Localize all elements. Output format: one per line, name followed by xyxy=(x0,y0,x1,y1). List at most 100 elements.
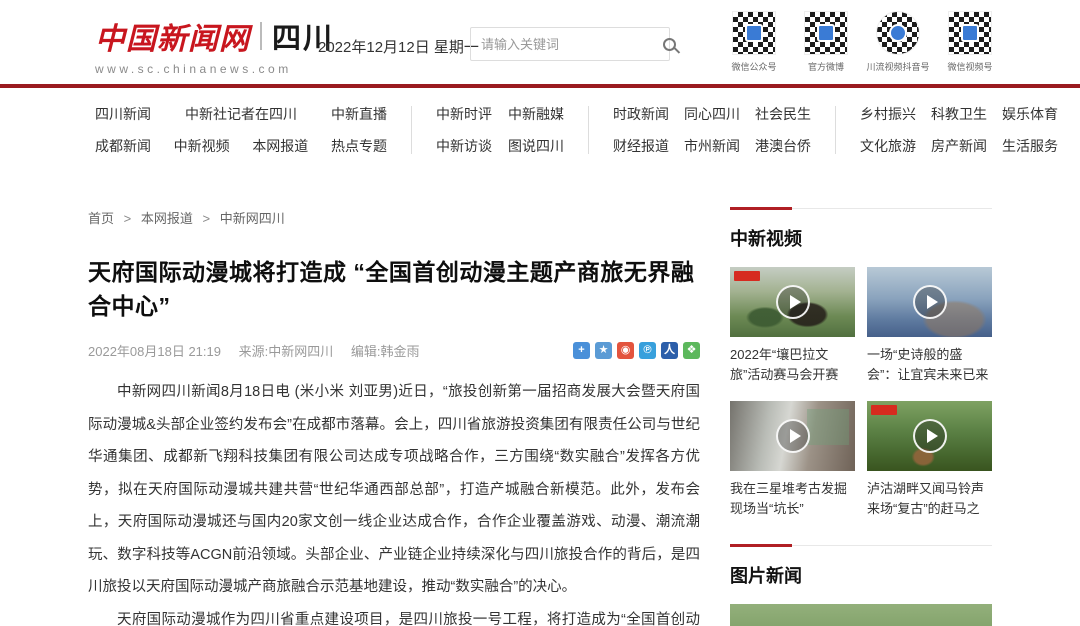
nav-item[interactable]: 热点专题 xyxy=(331,136,387,156)
sina-weibo-icon[interactable]: ◉ xyxy=(617,342,634,359)
nav-divider xyxy=(411,106,412,154)
qr-wechat-channels: 微信视频号 xyxy=(944,11,996,73)
logo-brand-text: 中国新闻网 xyxy=(95,14,250,58)
nav-item[interactable]: 本网报道 xyxy=(252,136,308,156)
nav-item[interactable]: 成都新闻 xyxy=(95,136,151,156)
video-card[interactable]: 2022年“壤巴拉文旅”活动赛马会开赛 xyxy=(730,267,855,385)
article-column: 首页 > 本网报道 > 中新网四川 天府国际动漫城将打造成 “全国首创动漫主题产… xyxy=(88,208,700,626)
header-date: 2022年12月12日 星期一 xyxy=(318,36,479,57)
photo-news-section: 图片新闻 xyxy=(730,545,992,626)
channel-badge xyxy=(734,271,760,281)
video-caption[interactable]: 我在三星堆考古发掘现场当“坑长” xyxy=(730,479,855,519)
site-header: 中国新闻网 四川 www.sc.chinanews.com 2022年12月12… xyxy=(0,0,1080,84)
main-nav: 四川新闻 中新社记者在四川 中新直播 成都新闻 中新视频 本网报道 热点专题 中… xyxy=(0,88,1080,170)
video-thumbnail[interactable] xyxy=(867,267,992,337)
nav-item[interactable]: 时政新闻 xyxy=(613,104,669,124)
nav-group-4: 乡村振兴 科教卫生 娱乐体育 文化旅游 房产新闻 生活服务 xyxy=(860,104,1058,156)
video-thumbnail[interactable] xyxy=(730,267,855,337)
video-caption[interactable]: 一场“史诗般的盛会”：让宜宾未来已来 xyxy=(867,345,992,385)
site-logo[interactable]: 中国新闻网 四川 www.sc.chinanews.com xyxy=(95,14,334,76)
nav-item[interactable]: 市州新闻 xyxy=(684,136,740,156)
channel-badge xyxy=(871,405,897,415)
article-source: 来源:中新网四川 xyxy=(239,344,334,359)
search-box[interactable] xyxy=(470,27,670,61)
favorite-star-icon[interactable]: ★ xyxy=(595,342,612,359)
article-meta: 2022年08月18日 21:19 来源:中新网四川 编辑:韩金雨 xyxy=(88,341,433,360)
play-icon[interactable] xyxy=(776,419,810,453)
breadcrumb-current[interactable]: 中新网四川 xyxy=(220,211,285,226)
video-caption[interactable]: 2022年“壤巴拉文旅”活动赛马会开赛 xyxy=(730,345,855,385)
video-card[interactable]: 我在三星堆考古发掘现场当“坑长” xyxy=(730,401,855,519)
nav-item[interactable]: 中新融媒 xyxy=(508,104,564,124)
nav-item[interactable]: 财经报道 xyxy=(613,136,669,156)
search-input[interactable] xyxy=(481,37,657,52)
article-date: 2022年08月18日 21:19 xyxy=(88,344,221,359)
video-card[interactable]: 一场“史诗般的盛会”：让宜宾未来已来 xyxy=(867,267,992,385)
breadcrumb: 首页 > 本网报道 > 中新网四川 xyxy=(88,208,700,227)
video-grid: 2022年“壤巴拉文旅”活动赛马会开赛 一场“史诗般的盛会”：让宜宾未来已来 我… xyxy=(730,267,992,519)
article-editor: 编辑:韩金雨 xyxy=(351,344,420,359)
nav-item[interactable]: 社会民生 xyxy=(755,104,811,124)
qr-code-image xyxy=(876,11,920,55)
nav-item[interactable]: 同心四川 xyxy=(684,104,740,124)
nav-divider xyxy=(835,106,836,154)
nav-item[interactable]: 港澳台侨 xyxy=(755,136,811,156)
video-thumbnail[interactable] xyxy=(730,401,855,471)
qr-weibo-official: 官方微博 xyxy=(800,11,852,73)
video-news-section: 中新视频 2022年“壤巴拉文旅”活动赛马会开赛 一场“史诗般的盛会”：让宜宾未… xyxy=(730,208,992,519)
tencent-weibo-icon[interactable]: ℗ xyxy=(639,342,656,359)
breadcrumb-separator: > xyxy=(203,211,211,226)
nav-item[interactable]: 生活服务 xyxy=(1002,136,1058,156)
nav-item[interactable]: 娱乐体育 xyxy=(1002,104,1058,124)
nav-item[interactable]: 房产新闻 xyxy=(931,136,987,156)
play-icon[interactable] xyxy=(776,285,810,319)
article-body: 中新网四川新闻8月18日电 (米小米 刘亚男)近日，“旅投创新第一届招商发展大会… xyxy=(88,376,700,626)
video-thumbnail[interactable] xyxy=(867,401,992,471)
nav-divider xyxy=(588,106,589,154)
nav-group-1: 四川新闻 中新社记者在四川 中新直播 成都新闻 中新视频 本网报道 热点专题 xyxy=(95,104,387,156)
qr-code-image xyxy=(948,11,992,55)
share-bar: + ★ ◉ ℗ 人 ❖ xyxy=(573,342,700,359)
play-icon[interactable] xyxy=(913,419,947,453)
nav-item[interactable]: 乡村振兴 xyxy=(860,104,916,124)
site-url: www.sc.chinanews.com xyxy=(95,62,334,76)
qr-label: 川流视频抖音号 xyxy=(867,60,930,73)
qr-code-group: 微信公众号 官方微博 川流视频抖音号 微信视频号 xyxy=(728,11,996,73)
article-meta-row: 2022年08月18日 21:19 来源:中新网四川 编辑:韩金雨 + ★ ◉ … xyxy=(88,341,700,360)
nav-item[interactable]: 中新直播 xyxy=(331,104,387,124)
nav-group-3: 时政新闻 同心四川 社会民生 财经报道 市州新闻 港澳台侨 xyxy=(613,104,811,156)
nav-group-2: 中新时评 中新融媒 中新访谈 图说四川 xyxy=(436,104,564,156)
nav-item[interactable]: 科教卫生 xyxy=(931,104,987,124)
nav-item[interactable]: 中新时评 xyxy=(436,104,492,124)
search-icon[interactable] xyxy=(663,38,676,51)
video-card[interactable]: 泸沽湖畔又闻马铃声 来场“复古”的赶马之行 xyxy=(867,401,992,519)
qr-code-image xyxy=(732,11,776,55)
qr-label: 微信公众号 xyxy=(731,60,776,73)
play-icon[interactable] xyxy=(913,285,947,319)
news-photo-village[interactable] xyxy=(730,604,992,626)
nav-item[interactable]: 中新视频 xyxy=(174,136,230,156)
video-caption[interactable]: 泸沽湖畔又闻马铃声 来场“复古”的赶马之行 xyxy=(867,479,992,519)
nav-item[interactable]: 文化旅游 xyxy=(860,136,916,156)
nav-item[interactable]: 中新社记者在四川 xyxy=(185,104,297,124)
article-title: 天府国际动漫城将打造成 “全国首创动漫主题产商旅无界融合中心” xyxy=(88,253,700,321)
wechat-icon[interactable]: ❖ xyxy=(683,342,700,359)
nav-item[interactable]: 图说四川 xyxy=(508,136,564,156)
qr-code-image xyxy=(804,11,848,55)
qr-label: 微信视频号 xyxy=(947,60,992,73)
logo-divider xyxy=(260,22,262,50)
breadcrumb-section[interactable]: 本网报道 xyxy=(141,211,193,226)
breadcrumb-home[interactable]: 首页 xyxy=(88,211,114,226)
share-more-icon[interactable]: + xyxy=(573,342,590,359)
renren-icon[interactable]: 人 xyxy=(661,342,678,359)
photo-section-title: 图片新闻 xyxy=(730,562,992,588)
sidebar: 中新视频 2022年“壤巴拉文旅”活动赛马会开赛 一场“史诗般的盛会”：让宜宾未… xyxy=(730,208,992,626)
qr-wechat-official: 微信公众号 xyxy=(728,11,780,73)
nav-item[interactable]: 中新访谈 xyxy=(436,136,492,156)
video-section-title: 中新视频 xyxy=(730,225,992,251)
nav-item[interactable]: 四川新闻 xyxy=(95,104,151,124)
main-content: 首页 > 本网报道 > 中新网四川 天府国际动漫城将打造成 “全国首创动漫主题产… xyxy=(88,208,1080,626)
article-paragraph: 中新网四川新闻8月18日电 (米小米 刘亚男)近日，“旅投创新第一届招商发展大会… xyxy=(88,376,700,604)
qr-douyin: 川流视频抖音号 xyxy=(872,11,924,73)
article-paragraph: 天府国际动漫城作为四川省重点建设项目，是四川旅投一号工程，将打造成为“全国首创动… xyxy=(88,604,700,626)
